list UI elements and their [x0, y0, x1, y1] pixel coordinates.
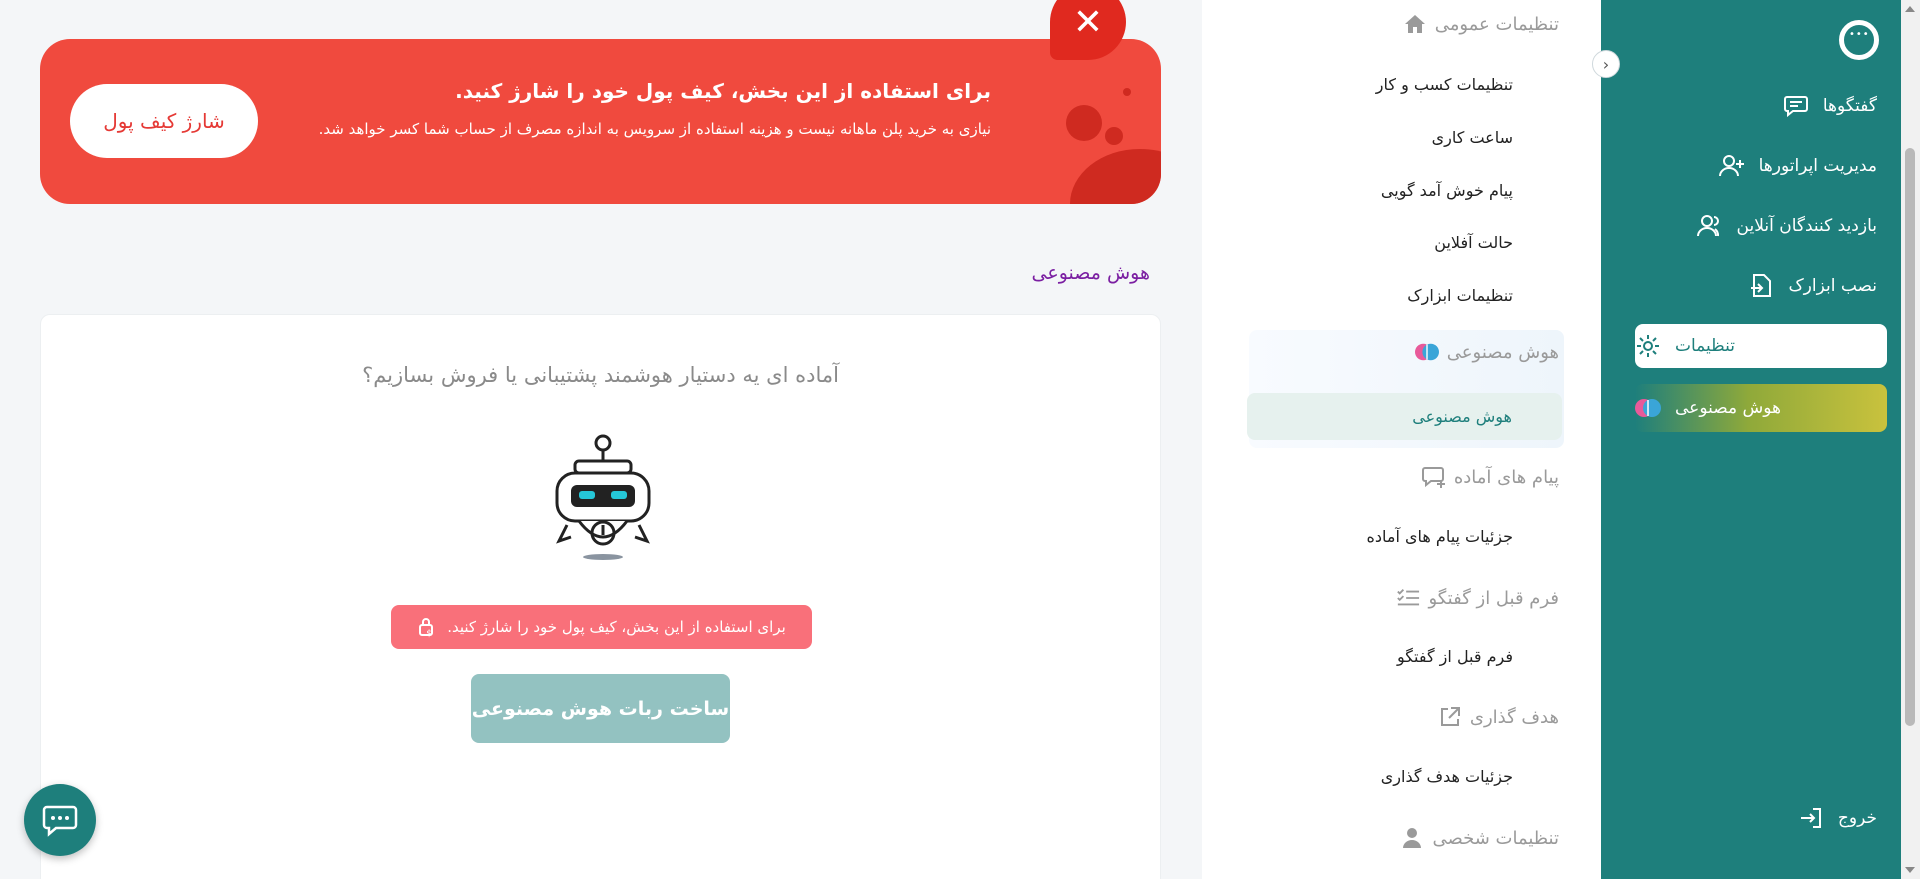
sidebar-item-label: گفتگوها — [1822, 96, 1877, 116]
submenu-header-ready-messages[interactable]: پیام های آماده — [1421, 465, 1559, 489]
banner-decoration — [1066, 105, 1102, 141]
brain-icon — [1414, 340, 1439, 364]
page-scrollbar[interactable] — [1901, 0, 1920, 879]
users-icon — [1696, 213, 1723, 239]
settings-submenu: تنظیمات عمومی تنظیمات کسب و کار ساعت کار… — [1202, 0, 1601, 879]
ai-card: آماده ای یه دستیار هوشمند پشتیبانی یا فر… — [40, 314, 1161, 879]
build-ai-bot-button[interactable]: ساخت ربات هوش مصنوعی — [471, 674, 730, 743]
external-link-icon — [1438, 705, 1462, 729]
banner-decoration — [1070, 149, 1161, 204]
banner-description: نیازی به خرید پلن ماهانه نیست و هزینه اس… — [318, 120, 991, 138]
sidebar-item-ai[interactable]: هوش مصنوعی — [1635, 384, 1887, 432]
sidebar-item-label: بازدید کنندگان آنلاین — [1736, 216, 1877, 236]
submenu-item-ai-active[interactable]: هوش مصنوعی — [1247, 393, 1562, 440]
svg-text:$: $ — [426, 629, 432, 638]
lock-dollar-icon: $ — [419, 618, 434, 638]
sidebar-item-online-visitors[interactable]: بازدید کنندگان آنلاین — [1696, 204, 1877, 248]
brain-icon — [1635, 395, 1661, 421]
submenu-item-ready-messages-details[interactable]: جزئیات پیام های آماده — [1367, 527, 1514, 546]
scroll-down-arrow[interactable] — [1905, 867, 1915, 873]
banner-decoration — [1105, 127, 1123, 145]
submenu-header-prechat-form[interactable]: فرم قبل از گفتگو — [1396, 586, 1559, 610]
logout-label: خروج — [1837, 808, 1877, 828]
sidebar-item-label: مدیریت اپراتورها — [1758, 156, 1877, 176]
gear-icon — [1635, 333, 1661, 359]
charge-wallet-button[interactable]: شارژ کیف پول — [70, 84, 258, 158]
submenu-header-goals[interactable]: هدف گذاری — [1438, 705, 1559, 729]
sidebar-item-operators[interactable]: مدیریت اپراتورها — [1718, 144, 1877, 188]
sidebar-item-conversations[interactable]: گفتگوها — [1783, 84, 1877, 128]
lock-message: برای استفاده از این بخش، کیف پول خود را … — [447, 618, 786, 636]
submenu-header-label: هوش مصنوعی — [1446, 341, 1559, 363]
robot-icon — [555, 434, 651, 560]
submenu-item-welcome-message[interactable]: پیام خوش آمد گویی — [1381, 181, 1513, 200]
submenu-header-ai[interactable]: هوش مصنوعی — [1414, 340, 1559, 364]
message-plus-icon — [1421, 465, 1446, 489]
collapse-sidebar-button[interactable]: › — [1592, 50, 1620, 78]
checklist-icon — [1396, 586, 1420, 610]
ai-question: آماده ای یه دستیار هوشمند پشتیبانی یا فر… — [362, 363, 839, 387]
main-sidebar: گفتگوها مدیریت اپراتورها بازدید کنندگان … — [1601, 0, 1901, 879]
submenu-item-goal-details[interactable]: جزئیات هدف گذاری — [1381, 767, 1513, 786]
submenu-header-general[interactable]: تنظیمات عمومی — [1403, 12, 1559, 36]
chat-bubble-icon — [42, 805, 78, 837]
sidebar-item-install-widget[interactable]: نصب ابزارک — [1748, 264, 1877, 308]
scroll-thumb[interactable] — [1905, 148, 1915, 726]
sidebar-item-label: نصب ابزارک — [1788, 276, 1877, 296]
app-logo-icon[interactable] — [1839, 20, 1879, 60]
chevron-right-icon: › — [1602, 54, 1610, 74]
submenu-item-prechat-form[interactable]: فرم قبل از گفتگو — [1397, 647, 1513, 666]
banner-decoration — [1123, 88, 1131, 96]
close-icon: ✕ — [1072, 1, 1104, 43]
chat-widget-button[interactable] — [24, 784, 96, 856]
logout-icon — [1798, 805, 1824, 831]
submenu-header-label: فرم قبل از گفتگو — [1428, 587, 1559, 609]
user-icon — [1400, 826, 1424, 850]
submenu-item-offline-mode[interactable]: حالت آفلاین — [1434, 233, 1513, 252]
home-icon — [1403, 12, 1427, 36]
submenu-header-label: پیام های آماده — [1453, 466, 1559, 488]
scroll-up-arrow[interactable] — [1905, 6, 1915, 12]
wallet-lock-notice: برای استفاده از این بخش، کیف پول خود را … — [391, 605, 812, 649]
submenu-item-business[interactable]: تنظیمات کسب و کار — [1376, 75, 1513, 94]
submenu-header-personal[interactable]: تنظیمات شخصی — [1400, 826, 1559, 850]
sidebar-item-settings[interactable]: تنظیمات — [1635, 324, 1887, 368]
submenu-header-label: هدف گذاری — [1469, 706, 1559, 728]
sidebar-item-label: هوش مصنوعی — [1675, 398, 1781, 418]
install-icon — [1748, 273, 1774, 299]
logout-button[interactable]: خروج — [1798, 796, 1877, 840]
chat-icon — [1783, 93, 1809, 119]
submenu-header-label: تنظیمات عمومی — [1434, 13, 1559, 35]
wallet-banner: برای استفاده از این بخش، کیف پول خود را … — [40, 39, 1161, 204]
section-title: هوش مصنوعی — [1031, 262, 1150, 284]
submenu-header-label: تنظیمات شخصی — [1432, 827, 1559, 849]
sidebar-item-label: تنظیمات — [1675, 336, 1735, 356]
add-user-icon — [1718, 153, 1745, 179]
submenu-item-working-hours[interactable]: ساعت کاری — [1432, 128, 1513, 147]
banner-title: برای استفاده از این بخش، کیف پول خود را … — [455, 79, 991, 103]
submenu-item-widget-settings[interactable]: تنظیمات ابزارک — [1407, 286, 1513, 305]
